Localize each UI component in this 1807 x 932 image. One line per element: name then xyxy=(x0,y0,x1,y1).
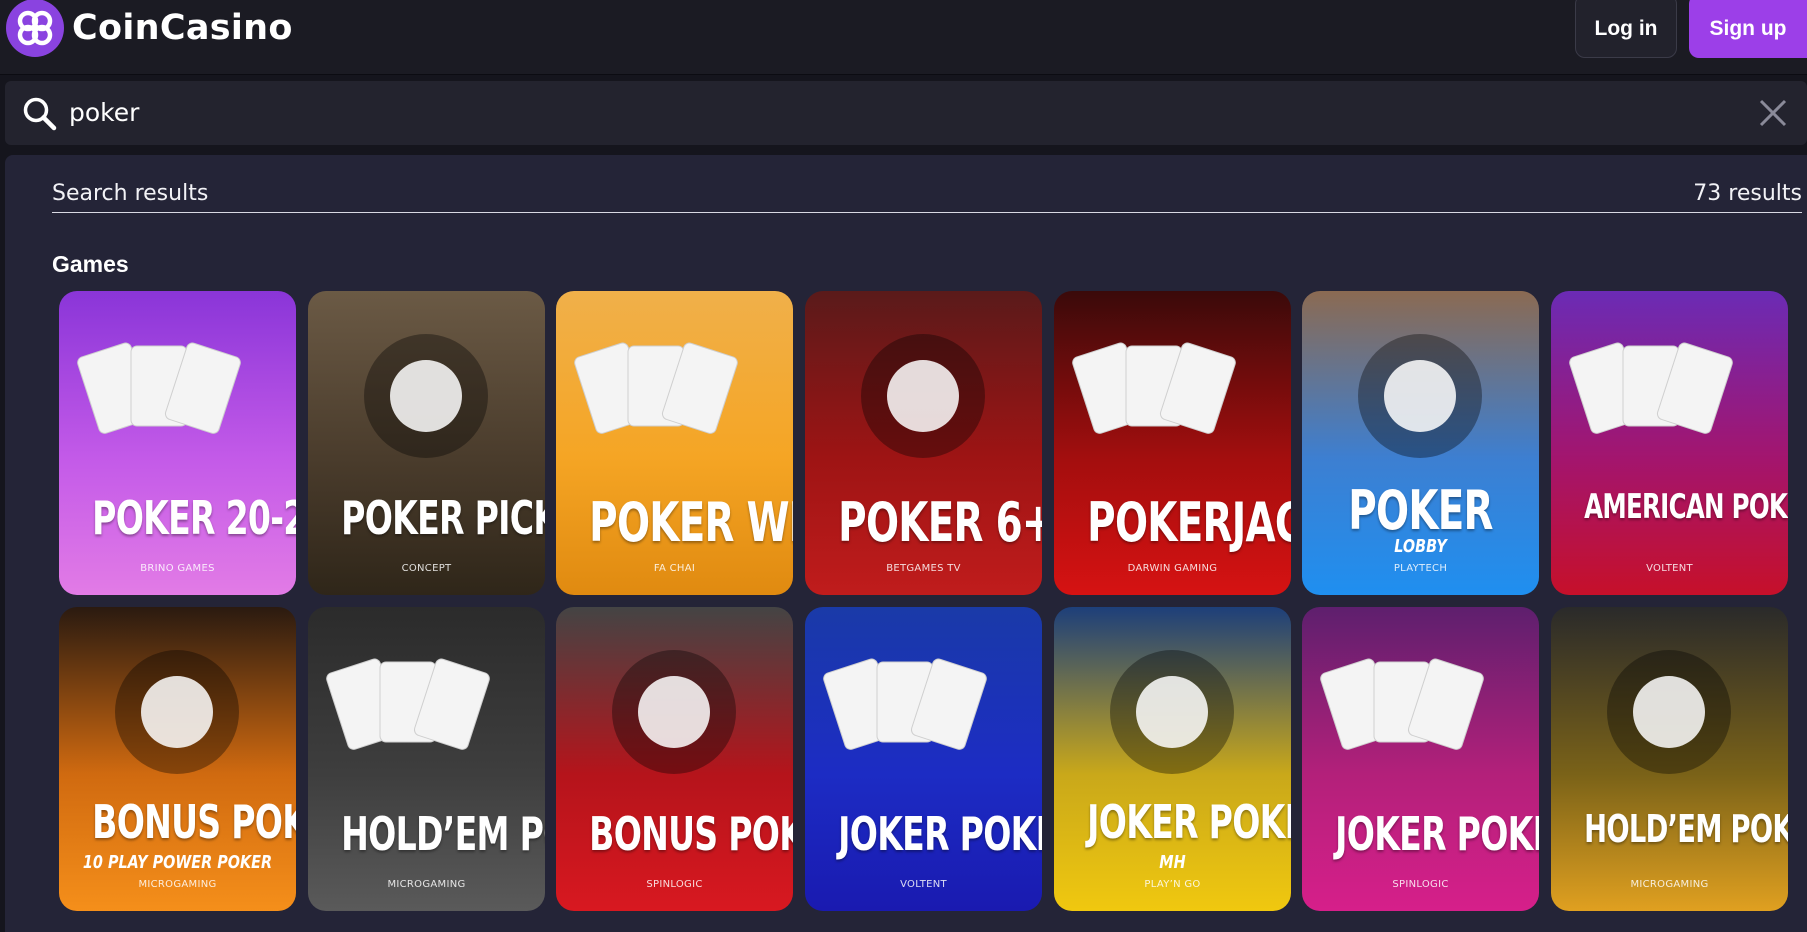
game-provider: FA CHAI xyxy=(653,563,696,574)
game-artwork-image xyxy=(1320,658,1484,750)
game-title: BONUS POKER xyxy=(589,807,793,861)
game-artwork-image xyxy=(1569,342,1733,434)
game-subtitle: MH xyxy=(1159,852,1186,873)
game-artwork-image xyxy=(612,650,736,774)
game-provider: MICROGAMING xyxy=(138,879,217,890)
game-provider: MICROGAMING xyxy=(387,879,466,890)
game-tile[interactable]: AMERICAN POKER V VOLTENT xyxy=(1551,291,1788,595)
game-tile[interactable]: POKER 20-20 BRINO GAMES xyxy=(59,291,296,595)
game-artwork-image xyxy=(1072,342,1236,434)
game-artwork-image xyxy=(1358,334,1482,458)
results-panel: Search results 73 results Games POKER 20… xyxy=(5,155,1807,932)
search-input[interactable] xyxy=(69,90,1669,134)
game-title: HOLD’EM POKER xyxy=(341,807,545,861)
game-provider: PLAY’N GO xyxy=(1144,879,1201,890)
game-artwork-image xyxy=(574,342,738,434)
game-title: POKER xyxy=(1348,479,1493,542)
close-icon[interactable] xyxy=(1757,97,1789,129)
results-count: 73 results xyxy=(1693,181,1802,206)
game-tile[interactable]: POKER PICK EM CONCEPT xyxy=(308,291,545,595)
game-title: JOKER POKER xyxy=(838,807,1042,861)
game-tile[interactable]: JOKER POKER MH PLAY’N GO xyxy=(1054,607,1291,911)
game-tile[interactable]: HOLD’EM POKER 2 MICROGAMING xyxy=(1551,607,1788,911)
logo[interactable]: CoinCasino xyxy=(6,0,293,57)
game-artwork-image xyxy=(115,650,239,774)
game-provider: DARWIN GAMING xyxy=(1127,563,1218,574)
game-title: JOKER POKER xyxy=(1335,807,1539,861)
game-title: BONUS POKER xyxy=(92,795,296,849)
game-tile[interactable]: JOKER POKER SPINLOGIC xyxy=(1302,607,1539,911)
game-artwork-image xyxy=(1607,650,1731,774)
game-title: POKER 20-20 xyxy=(92,491,296,545)
logo-text: CoinCasino xyxy=(72,8,293,48)
games-section-title: Games xyxy=(52,251,129,277)
signup-button[interactable]: Sign up xyxy=(1689,0,1807,58)
game-provider: VOLTENT xyxy=(900,879,947,890)
game-artwork-image xyxy=(1110,650,1234,774)
game-provider: BETGAMES TV xyxy=(886,563,961,574)
game-artwork-image xyxy=(364,334,488,458)
game-title: POKER 6+ xyxy=(838,491,1042,554)
game-title: HOLD’EM POKER 2 xyxy=(1584,807,1788,851)
game-provider: SPINLOGIC xyxy=(1392,879,1449,890)
game-title: POKER PICK EM xyxy=(341,491,545,545)
search-bar xyxy=(5,81,1807,145)
game-provider: SPINLOGIC xyxy=(646,879,703,890)
game-provider: CONCEPT xyxy=(401,563,452,574)
game-tile[interactable]: JOKER POKER VOLTENT xyxy=(805,607,1042,911)
game-title: POKERJACK xyxy=(1087,491,1291,554)
game-provider: PLAYTECH xyxy=(1393,563,1448,574)
game-title: POKER WIN xyxy=(589,491,793,554)
game-tile[interactable]: POKER WIN FA CHAI xyxy=(556,291,793,595)
game-tile[interactable]: POKER LOBBY PLAYTECH xyxy=(1302,291,1539,595)
game-tile[interactable]: POKER 6+ BETGAMES TV xyxy=(805,291,1042,595)
game-title: JOKER POKER xyxy=(1087,795,1291,849)
search-icon xyxy=(23,97,57,131)
game-provider: VOLTENT xyxy=(1646,563,1693,574)
game-artwork-image xyxy=(861,334,985,458)
game-tile[interactable]: BONUS POKER SPINLOGIC xyxy=(556,607,793,911)
game-tile[interactable]: HOLD’EM POKER MICROGAMING xyxy=(308,607,545,911)
game-tile[interactable]: BONUS POKER 10 PLAY POWER POKER MICROGAMIN… xyxy=(59,607,296,911)
game-tile[interactable]: POKERJACK DARWIN GAMING xyxy=(1054,291,1291,595)
game-provider: BRINO GAMES xyxy=(140,563,215,574)
game-artwork-image xyxy=(326,658,490,750)
game-artwork-image xyxy=(823,658,987,750)
results-title: Search results xyxy=(52,181,209,206)
logo-badge-icon xyxy=(6,0,64,57)
game-provider: MICROGAMING xyxy=(1630,879,1709,890)
game-artwork-image xyxy=(77,342,241,434)
game-title: AMERICAN POKER V xyxy=(1584,487,1788,527)
game-subtitle: LOBBY xyxy=(1394,536,1447,557)
game-subtitle: 10 PLAY POWER POKER xyxy=(82,852,273,873)
results-header: Search results 73 results xyxy=(52,181,1802,213)
login-button[interactable]: Log in xyxy=(1575,0,1677,58)
top-header: CoinCasino Log in Sign up xyxy=(0,0,1807,75)
